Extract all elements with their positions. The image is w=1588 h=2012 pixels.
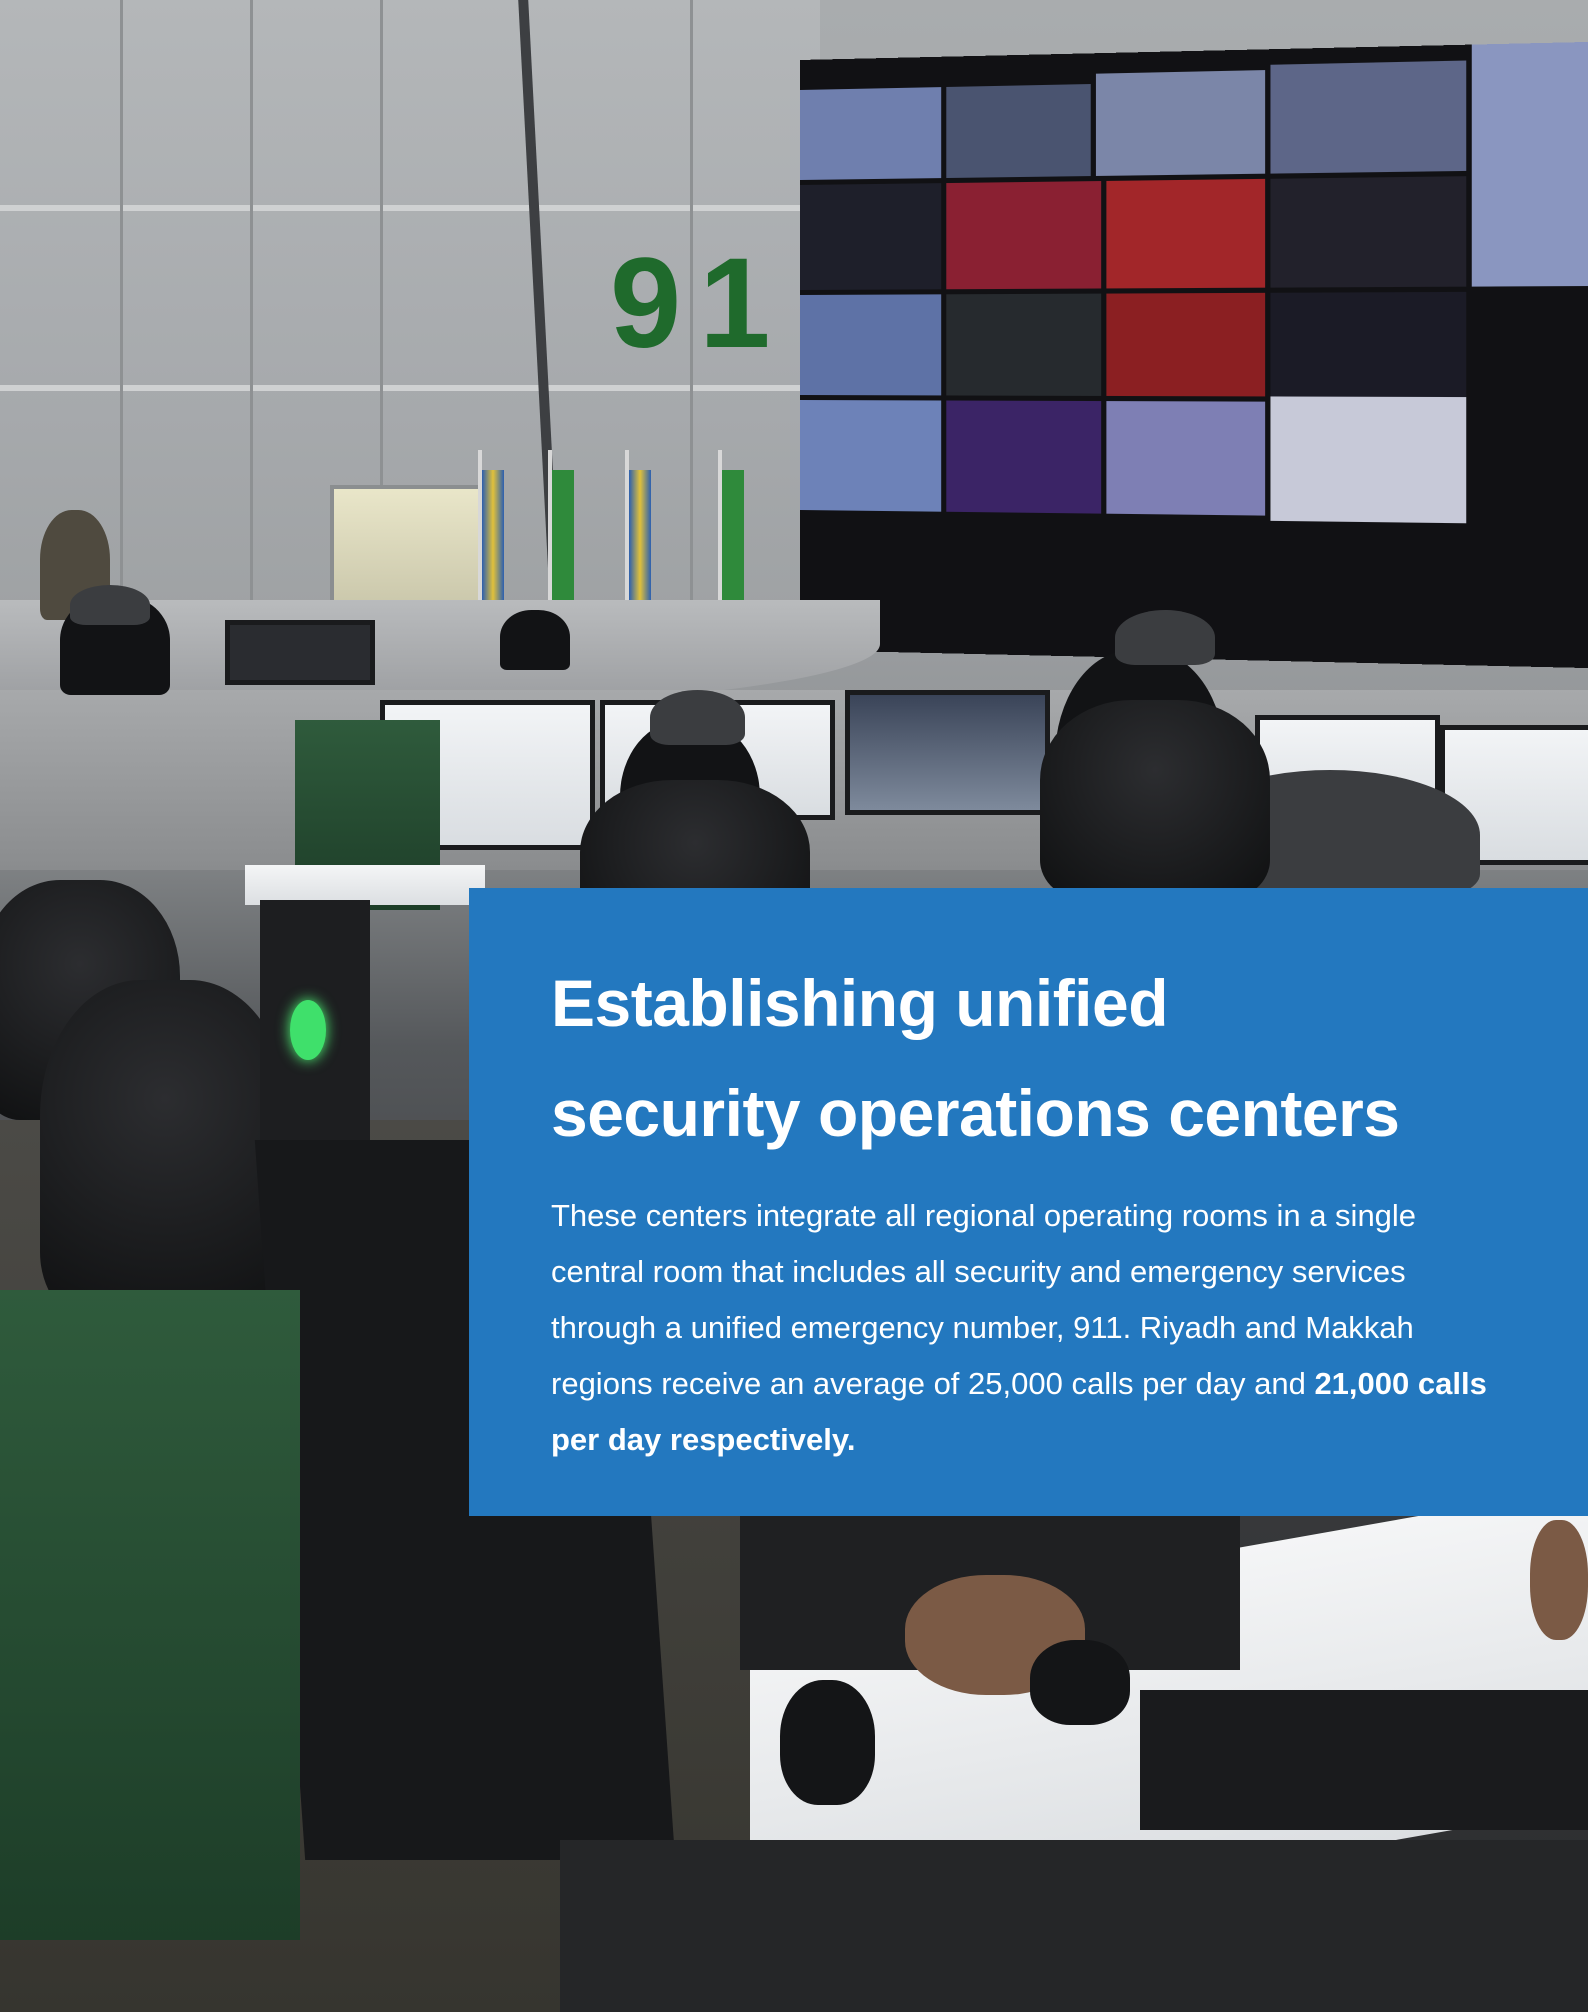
heading-line-2: security operations centers: [551, 1076, 1400, 1150]
flag: [482, 470, 504, 620]
cap: [650, 690, 745, 745]
panel-heading: Establishing unified security operations…: [551, 948, 1508, 1168]
wall-sign: 91: [610, 232, 789, 375]
hand: [1530, 1520, 1588, 1640]
text-panel: Establishing unified security operations…: [469, 888, 1588, 1516]
mouse: [1030, 1640, 1130, 1725]
status-light: [290, 1000, 326, 1060]
mouse: [780, 1680, 875, 1805]
cap: [70, 585, 150, 625]
wall-trim: [0, 385, 820, 391]
body-text: These centers integrate all regional ope…: [551, 1198, 1417, 1401]
person: [500, 610, 570, 670]
monitor: [225, 620, 375, 685]
heading-line-1: Establishing unified: [551, 966, 1169, 1040]
flag: [722, 470, 744, 620]
chair: [1040, 700, 1270, 900]
monitor: [845, 690, 1050, 815]
chair: [40, 980, 290, 1320]
wall-seam: [250, 0, 253, 600]
flag: [629, 470, 651, 620]
wall-seam: [120, 0, 123, 600]
monitor-base: [1140, 1690, 1588, 1830]
partition: [0, 1290, 300, 1940]
flag: [552, 470, 574, 620]
foreground-desk-edge: [560, 1840, 1588, 2012]
panel-body: These centers integrate all regional ope…: [551, 1188, 1508, 1468]
desk: [245, 865, 485, 905]
video-wall: [800, 40, 1588, 670]
wall-trim: [0, 205, 820, 211]
cap: [1115, 610, 1215, 665]
